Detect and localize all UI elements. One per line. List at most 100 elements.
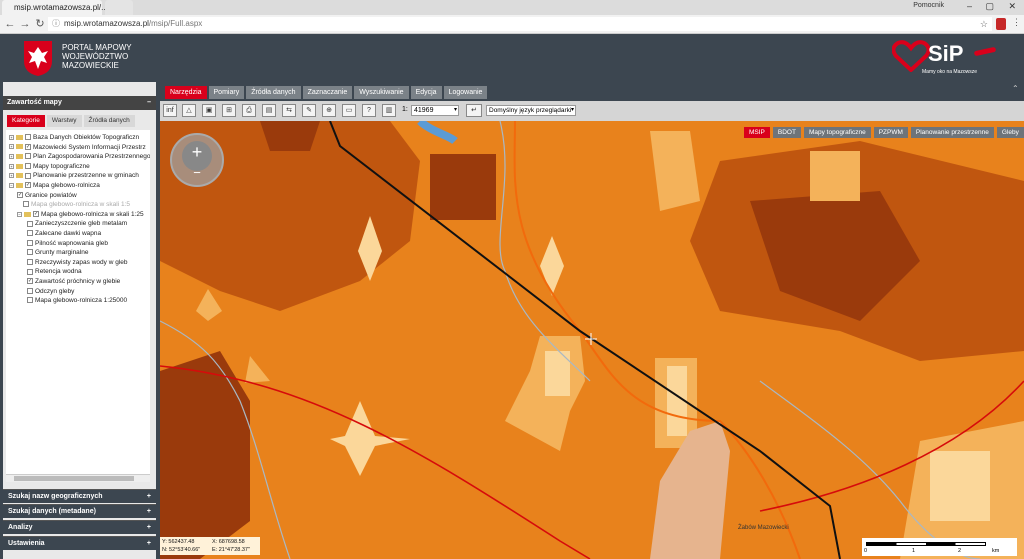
layer-button[interactable]: Mapy topograficzne (803, 127, 871, 138)
expand-toggle-icon[interactable]: + (9, 163, 14, 169)
layer-checkbox[interactable] (27, 268, 33, 275)
tree-item[interactable]: − ✓ Mapa glebowo-rolnicza w skali 1:25 (17, 210, 144, 219)
accordion-geo-search[interactable]: Szukaj nazw geograficznych + (3, 489, 156, 503)
tree-item[interactable]: + Planowanie przestrzenne w gminach (9, 171, 139, 180)
tree-item[interactable]: ✓ Granice powiatów (17, 191, 77, 200)
layer-checkbox[interactable] (27, 249, 33, 256)
menu-tab[interactable]: Zaznaczanie (302, 86, 353, 99)
accordion-metadata-search[interactable]: Szukaj danych (metadane) + (3, 504, 156, 518)
tree-item[interactable]: − ✓ Mapa glebowo-rolnicza (9, 181, 100, 190)
measure-tool-icon[interactable]: △ (182, 104, 196, 117)
menu-tab[interactable]: Logowanie (443, 86, 488, 99)
browser-tab[interactable]: msip.wrotamazowsza.pl/... (2, 0, 108, 15)
add-layer-icon[interactable]: ⊕ (322, 104, 336, 117)
layer-checkbox[interactable] (25, 163, 31, 170)
msip-logo[interactable]: SiP Mamy oko na Mazowsze (892, 38, 1002, 78)
layer-checkbox[interactable] (27, 239, 33, 246)
layer-checkbox[interactable] (27, 259, 33, 266)
tree-item[interactable]: Odczyn gleby (27, 287, 74, 296)
tree-item[interactable]: Mapa glebowo-rolnicza 1:25000 (27, 296, 127, 305)
image-icon[interactable]: ▤ (262, 104, 276, 117)
layer-checkbox[interactable] (27, 230, 33, 237)
tree-item[interactable]: Retencja wodna (27, 267, 82, 276)
menu-tab[interactable]: Pomiary (208, 86, 245, 99)
help-icon[interactable]: ? (362, 104, 376, 117)
pan-zoom-control[interactable]: + − (170, 133, 224, 187)
language-select[interactable]: Domyślny język przeglądarki ▾ (486, 105, 576, 116)
zoom-box-icon[interactable]: ▣ (202, 104, 216, 117)
new-tab-button[interactable] (105, 0, 133, 15)
layer-checkbox[interactable]: ✓ (25, 182, 31, 189)
tree-item[interactable]: Mapa glebowo-rolnicza w skali 1:5 (23, 200, 130, 209)
tree-item[interactable]: Zalecane dawki wapna (27, 229, 101, 238)
tree-item[interactable]: Pilność wapnowania gleb (27, 239, 108, 248)
ruler-icon[interactable]: ▥ (382, 104, 396, 117)
scale-input[interactable]: 41969 ▾ (411, 105, 459, 116)
layer-checkbox[interactable] (27, 287, 33, 294)
zoom-in-tool-icon[interactable]: ⊞ (222, 104, 236, 117)
tree-item[interactable]: Zanieczyszczenie gleb metalam (27, 219, 127, 228)
accordion-analyses[interactable]: Analizy + (3, 520, 156, 534)
accordion-settings[interactable]: Ustawienia + (3, 536, 156, 550)
layer-checkbox[interactable]: ✓ (17, 191, 23, 198)
zoom-out-icon[interactable]: − (190, 166, 204, 180)
layer-button[interactable]: Planowanie przestrzenne (910, 127, 994, 138)
map-icon[interactable]: ▭ (342, 104, 356, 117)
info-tool-icon[interactable]: inf (163, 104, 177, 117)
draw-icon[interactable]: ✎ (302, 104, 316, 117)
tree-item[interactable]: + Mapy topograficzne (9, 162, 90, 171)
minimize-icon[interactable]: – (967, 1, 972, 11)
layer-checkbox[interactable]: ✓ (25, 143, 31, 150)
layer-checkbox[interactable] (25, 134, 31, 141)
layer-button[interactable]: BDOT (772, 127, 801, 138)
map-canvas[interactable]: Żabów Mazowiecki + − (160, 121, 1024, 559)
menu-tab[interactable]: Wyszukiwanie (354, 86, 409, 99)
expand-toggle-icon[interactable]: − (9, 182, 14, 188)
scrollbar-thumb[interactable] (14, 476, 134, 481)
bookmark-star-icon[interactable]: ☆ (980, 17, 988, 31)
tab-kategorie[interactable]: Kategorie (7, 115, 45, 127)
layer-checkbox[interactable] (25, 153, 31, 160)
tree-scrollbar[interactable] (6, 474, 150, 482)
menu-tab[interactable]: Narzędzia (165, 86, 207, 99)
tab-zrodla-danych[interactable]: Źródła danych (83, 115, 135, 127)
tab-warstwy[interactable]: Warstwy (46, 115, 82, 127)
back-icon[interactable]: ← (3, 17, 17, 31)
expand-toggle-icon[interactable]: + (9, 153, 14, 159)
tree-item[interactable]: + ✓ Mazowiecki System Informacji Przestrz (9, 143, 146, 152)
address-bar[interactable]: ⓘ msip.wrotamazowsza.pl/msip/Full.aspx ☆ (48, 17, 992, 31)
reload-icon[interactable]: ↻ (33, 17, 47, 31)
layer-checkbox[interactable] (25, 172, 31, 179)
expand-toggle-icon[interactable]: + (9, 144, 14, 150)
menu-tab[interactable]: Źródła danych (246, 86, 301, 99)
tree-item[interactable]: Rzeczywisty zapas wody w gleb (27, 258, 127, 267)
tree-item[interactable]: ✓ Zawartość próchnicy w glebie (27, 277, 120, 286)
maximize-icon[interactable]: ▢ (985, 1, 994, 12)
menu-tab[interactable]: Edycja (410, 86, 442, 99)
print-icon[interactable]: ⎙ (242, 104, 256, 117)
layer-checkbox[interactable]: ✓ (33, 211, 39, 218)
expand-toggle-icon[interactable]: + (9, 173, 14, 179)
tree-item[interactable]: + Baza Danych Obiektów Topograficzn (9, 133, 139, 142)
enter-icon[interactable]: ↵ (466, 104, 482, 117)
menu-dots-icon[interactable]: ⋮ (1012, 17, 1021, 28)
layer-checkbox[interactable] (27, 220, 33, 227)
layer-button[interactable]: Gleby (996, 127, 1024, 138)
tree-item[interactable]: + Plan Zagospodarowania Przestrzennego (9, 152, 150, 161)
expand-toggle-icon[interactable]: + (9, 134, 14, 140)
expand-header-icon[interactable]: ⌃ (1012, 84, 1019, 93)
panel-collapse-icon[interactable]: – (147, 96, 151, 110)
layer-checkbox[interactable] (27, 297, 33, 304)
layer-button[interactable]: MSIP (744, 127, 770, 138)
export-icon[interactable]: ⇆ (282, 104, 296, 117)
tree-item[interactable]: Grunty marginalne (27, 248, 88, 257)
layer-checkbox[interactable] (23, 201, 29, 208)
layer-button[interactable]: PZPWM (873, 127, 908, 138)
coat-of-arms-icon[interactable] (22, 39, 54, 77)
expand-toggle-icon[interactable]: − (17, 211, 22, 217)
layer-checkbox[interactable]: ✓ (27, 278, 33, 285)
close-window-icon[interactable]: ✕ (1008, 1, 1016, 12)
profile-label[interactable]: Pomocnik (913, 2, 944, 9)
forward-icon[interactable]: → (18, 17, 32, 31)
extension-icon[interactable] (996, 18, 1006, 30)
